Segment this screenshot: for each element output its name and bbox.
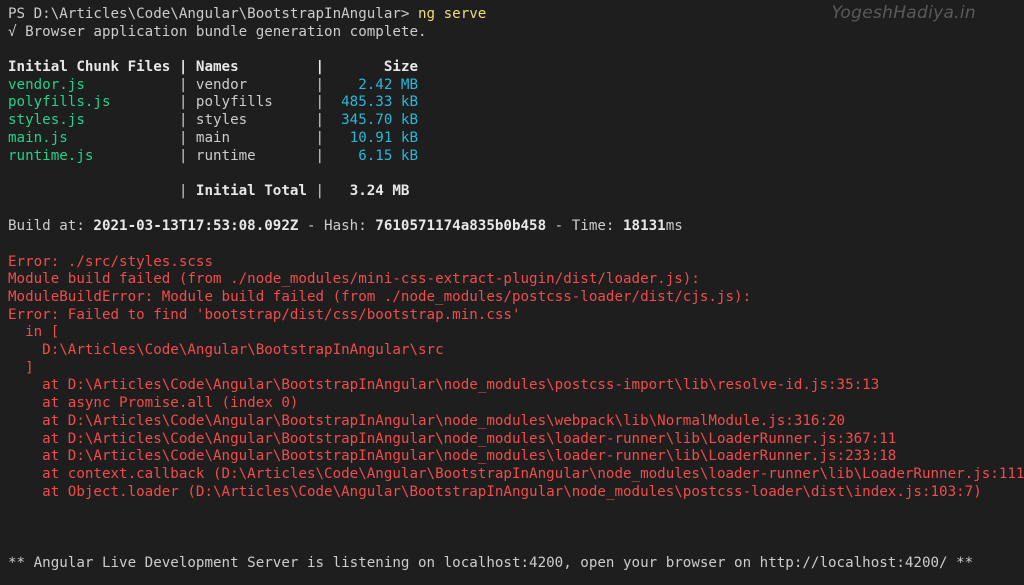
build-time-label: - Time: (546, 218, 624, 235)
error-line: ModuleBuildError: Module build failed (f… (8, 289, 752, 305)
chunk-name: styles (195, 112, 248, 129)
error-block: Error: ./src/styles.scss Module build fa… (8, 254, 1024, 502)
table-row: main.js | main | 10.91 kB (8, 129, 419, 146)
chunk-size: 485.33 kB (341, 94, 419, 111)
chunk-size: 6.15 kB (358, 147, 419, 164)
error-line: Error: ./src/styles.scss (8, 253, 213, 270)
error-line: D:\Articles\Code\Angular\BootstrapInAngu… (8, 342, 444, 359)
chunk-table-rows: vendor.js | vendor | 2.42 MB polyfills.js… (8, 77, 1024, 165)
chunk-file: vendor.js (8, 76, 85, 93)
table-total-row: | Initial Total | 3.24 MB (8, 182, 410, 199)
build-at-value: 2021-03-13T17:53:08.092Z (93, 218, 299, 235)
build-info: Build at: 2021-03-13T17:53:08.092Z - Has… (8, 218, 1024, 236)
table-header: Initial Chunk Files | Names | Size (8, 59, 419, 76)
error-line: at Object.loader (D:\Articles\Code\Angul… (8, 483, 982, 500)
table-row: polyfills.js | polyfills | 485.33 kB (8, 94, 419, 111)
error-line: at D:\Articles\Code\Angular\BootstrapInA… (8, 412, 846, 429)
error-line: Error: Failed to find 'bootstrap/dist/cs… (8, 306, 521, 323)
build-hash-value: 7610571174a835b0b458 (375, 218, 547, 235)
chunk-size: 2.42 MB (358, 76, 419, 93)
build-time-unit: ms (665, 218, 683, 235)
chunk-size: 345.70 kB (341, 112, 419, 129)
table-row: styles.js | styles | 345.70 kB (8, 112, 419, 129)
header-files: Initial Chunk Files (8, 59, 171, 76)
chunk-size: 10.91 kB (349, 129, 419, 146)
error-line: ] (8, 359, 34, 376)
chunk-name: polyfills (195, 94, 273, 111)
error-line: at D:\Articles\Code\Angular\BootstrapInA… (8, 377, 880, 394)
build-time-value: 18131 (623, 218, 666, 235)
error-line: at D:\Articles\Code\Angular\BootstrapInA… (8, 448, 897, 465)
prompt-path: PS D:\Articles\Code\Angular\BootstrapInA… (8, 6, 410, 22)
bundle-status: √ Browser application bundle generation … (8, 23, 427, 40)
server-message: ** Angular Live Development Server is li… (8, 555, 974, 571)
error-line: at context.callback (D:\Articles\Code\An… (8, 465, 1024, 482)
terminal-window[interactable]: YogeshHadiya.in PS D:\Articles\Code\Angu… (0, 0, 1024, 585)
header-size: Size (383, 59, 419, 76)
chunk-name: vendor (195, 76, 248, 93)
header-names: Names (195, 59, 239, 76)
total-label: Initial Total (195, 182, 307, 199)
error-line: at D:\Articles\Code\Angular\BootstrapInA… (8, 430, 897, 447)
prompt-command: ng serve (418, 6, 487, 22)
build-hash-label: - Hash: (298, 218, 376, 235)
error-line: at async Promise.all (index 0) (8, 395, 299, 412)
chunk-name: runtime (195, 147, 256, 164)
chunk-file: polyfills.js (8, 94, 111, 111)
error-line: Module build failed (from ./node_modules… (8, 271, 700, 288)
watermark: YogeshHadiya.in (831, 3, 976, 23)
total-value: 3.24 MB (349, 182, 410, 199)
table-row: vendor.js | vendor | 2.42 MB (8, 76, 419, 93)
table-row: runtime.js | runtime | 6.15 kB (8, 147, 419, 164)
chunk-file: runtime.js (8, 147, 94, 164)
chunk-file: main.js (8, 129, 68, 146)
error-line: in [ (8, 324, 60, 341)
chunk-name: main (195, 129, 231, 146)
chunk-file: styles.js (8, 112, 85, 129)
build-at-label: Build at: (8, 218, 94, 235)
